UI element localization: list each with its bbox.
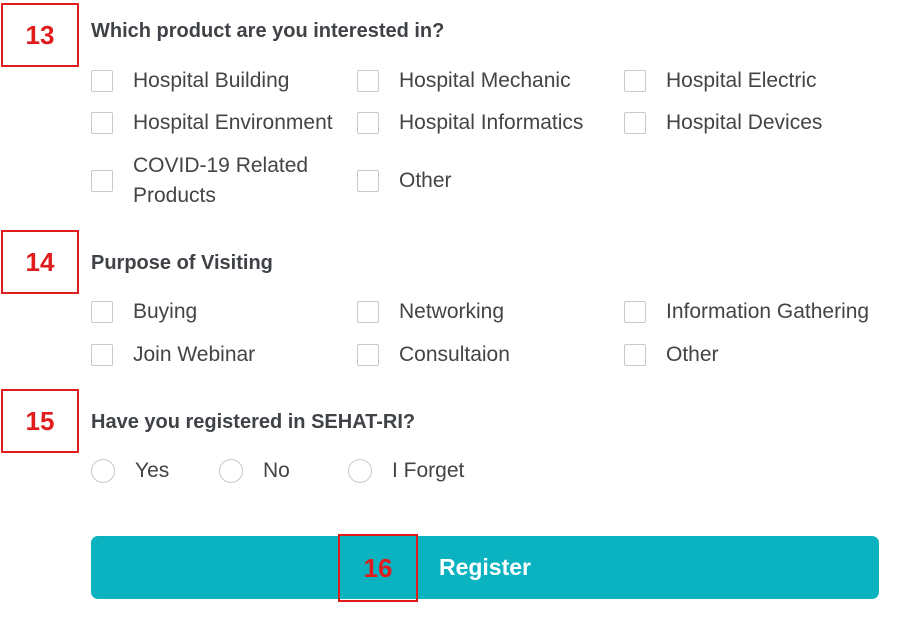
checkbox-consultaion[interactable]: Consultaion: [357, 340, 510, 370]
annotation-badge-13: 13: [1, 3, 79, 67]
radio-circle[interactable]: [348, 459, 372, 483]
checkbox-label: Other: [399, 169, 452, 192]
checkbox-label: Other: [666, 343, 719, 366]
radio-circle[interactable]: [91, 459, 115, 483]
checkbox-hospital-environment[interactable]: Hospital Environment: [91, 108, 333, 138]
checkbox-hospital-building[interactable]: Hospital Building: [91, 66, 289, 96]
checkbox-label: Networking: [399, 300, 505, 323]
radio-no[interactable]: No: [219, 456, 290, 486]
question-product-interest: Which product are you interested in?: [91, 20, 445, 42]
checkbox-hospital-mechanic[interactable]: Hospital Mechanic: [357, 66, 571, 96]
checkbox-label: Information Gathering: [666, 300, 870, 323]
checkbox-label: Hospital Devices: [666, 111, 823, 134]
checkbox-hospital-informatics[interactable]: Hospital Informatics: [357, 108, 583, 138]
checkbox-box[interactable]: [91, 170, 113, 192]
checkbox-box[interactable]: [357, 112, 379, 134]
checkbox-hospital-electric[interactable]: Hospital Electric: [624, 66, 817, 96]
checkbox-box[interactable]: [624, 112, 646, 134]
checkbox-covid-19-related-products[interactable]: COVID-19 Related Products: [91, 151, 308, 211]
checkbox-other-purpose[interactable]: Other: [624, 340, 719, 370]
checkbox-box[interactable]: [357, 170, 379, 192]
checkbox-other-product[interactable]: Other: [357, 166, 452, 196]
checkbox-box[interactable]: [91, 301, 113, 323]
radio-yes[interactable]: Yes: [91, 456, 169, 486]
annotation-badge-15: 15: [1, 389, 79, 453]
radio-label: Yes: [135, 459, 170, 482]
checkbox-join-webinar[interactable]: Join Webinar: [91, 340, 255, 370]
checkbox-box[interactable]: [624, 344, 646, 366]
checkbox-label: COVID-19 Related Products: [133, 151, 308, 211]
radio-i-forget[interactable]: I Forget: [348, 456, 464, 486]
radio-circle[interactable]: [219, 459, 243, 483]
checkbox-buying[interactable]: Buying: [91, 297, 197, 327]
checkbox-networking[interactable]: Networking: [357, 297, 504, 327]
checkbox-label: Join Webinar: [133, 343, 256, 366]
checkbox-box[interactable]: [91, 70, 113, 92]
checkbox-label: Hospital Building: [133, 69, 290, 92]
register-button[interactable]: Register: [91, 536, 879, 599]
checkbox-label: Hospital Informatics: [399, 111, 584, 134]
checkbox-label: Consultaion: [399, 343, 510, 366]
checkbox-label: Hospital Electric: [666, 69, 817, 92]
annotation-badge-14: 14: [1, 230, 79, 294]
register-button-label: Register: [438, 554, 532, 580]
checkbox-box[interactable]: [624, 301, 646, 323]
checkbox-label: Buying: [133, 300, 198, 323]
checkbox-label: Hospital Environment: [133, 111, 333, 134]
checkbox-box[interactable]: [357, 301, 379, 323]
checkbox-information-gathering[interactable]: Information Gathering: [624, 297, 869, 327]
checkbox-label-line-1: COVID-19 Related: [133, 154, 309, 177]
checkbox-box[interactable]: [357, 344, 379, 366]
question-registered-sehat-ri: Have you registered in SEHAT-RI?: [91, 411, 416, 433]
checkbox-box[interactable]: [624, 70, 646, 92]
checkbox-box[interactable]: [91, 112, 113, 134]
checkbox-box[interactable]: [91, 344, 113, 366]
radio-label: No: [263, 459, 290, 482]
checkbox-box[interactable]: [357, 70, 379, 92]
checkbox-hospital-devices[interactable]: Hospital Devices: [624, 108, 822, 138]
checkbox-label-line-2: Products: [133, 184, 216, 207]
radio-label: I Forget: [392, 459, 465, 482]
annotation-badge-16: 16: [338, 534, 418, 602]
checkbox-label: Hospital Mechanic: [399, 69, 571, 92]
question-purpose-of-visiting: Purpose of Visiting: [91, 252, 273, 274]
